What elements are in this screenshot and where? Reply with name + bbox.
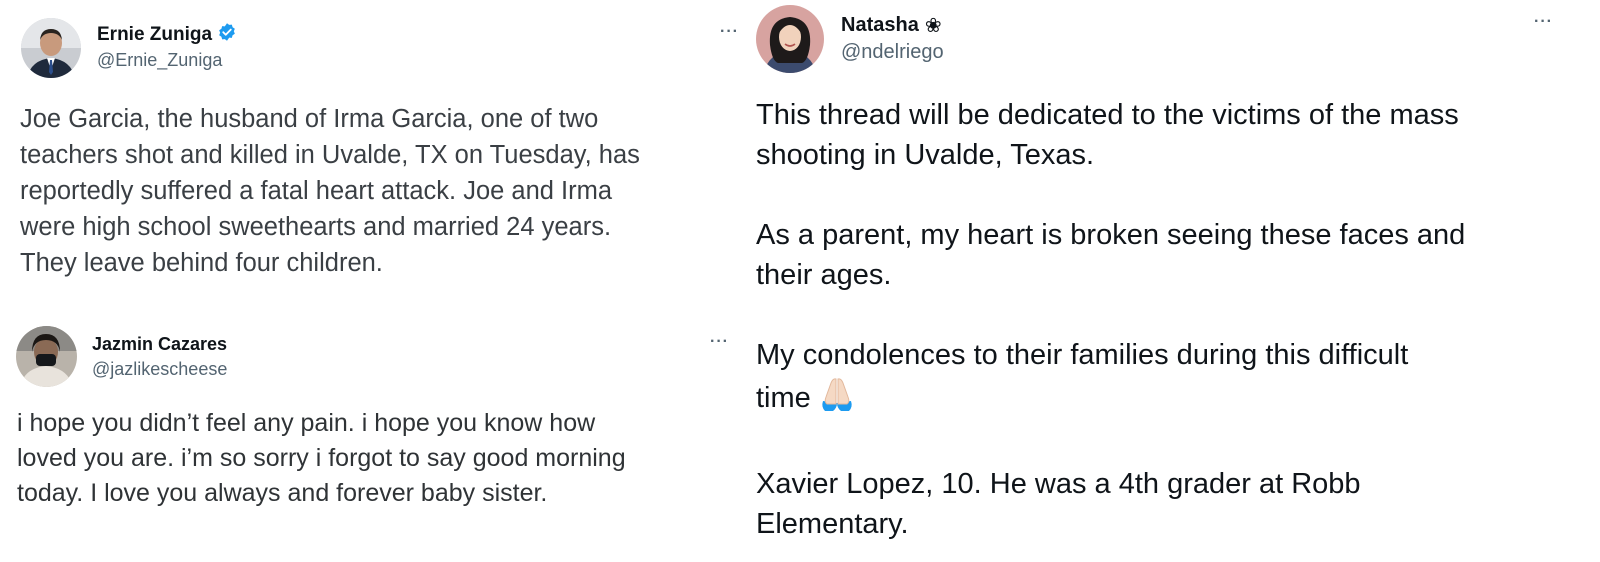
avatar[interactable] bbox=[21, 18, 81, 78]
flower-symbol-icon: ❀ bbox=[924, 13, 942, 37]
display-name[interactable]: Natasha ❀ bbox=[841, 13, 942, 37]
display-name[interactable]: Jazmin Cazares bbox=[92, 334, 227, 355]
handle[interactable]: @ndelriego bbox=[841, 41, 944, 64]
more-options-icon[interactable]: ··· bbox=[710, 334, 729, 350]
tweet-ernie-zuniga[interactable]: Ernie Zuniga @Ernie_Zuniga ··· Joe Garci… bbox=[0, 0, 745, 290]
tweet-text: This thread will be dedicated to the vic… bbox=[756, 95, 1596, 544]
handle[interactable]: @Ernie_Zuniga bbox=[97, 50, 222, 71]
tweet-text-part-1: This thread will be dedicated to the vic… bbox=[756, 99, 1466, 415]
handle[interactable]: @jazlikescheese bbox=[92, 359, 227, 380]
avatar[interactable] bbox=[756, 5, 824, 73]
more-options-icon[interactable]: ··· bbox=[720, 24, 739, 40]
folded-hands-emoji-icon bbox=[817, 375, 857, 424]
tweet-text: Joe Garcia, the husband of Irma Garcia, … bbox=[20, 105, 640, 277]
tweet-natasha[interactable]: Natasha ❀ @ndelriego ··· This thread wil… bbox=[748, 0, 1600, 562]
tweet-jazmin-cazares[interactable]: Jazmin Cazares @jazlikescheese ··· i hop… bbox=[0, 312, 745, 562]
more-options-icon[interactable]: ··· bbox=[1534, 14, 1553, 30]
tweet-text-part-2: Xavier Lopez, 10. He was a 4th grader at… bbox=[756, 468, 1361, 540]
display-name[interactable]: Ernie Zuniga bbox=[97, 22, 237, 48]
tweet-text: i hope you didn’t feel any pain. i hope … bbox=[17, 409, 626, 507]
verified-badge-icon bbox=[217, 22, 237, 48]
avatar[interactable] bbox=[16, 326, 77, 387]
